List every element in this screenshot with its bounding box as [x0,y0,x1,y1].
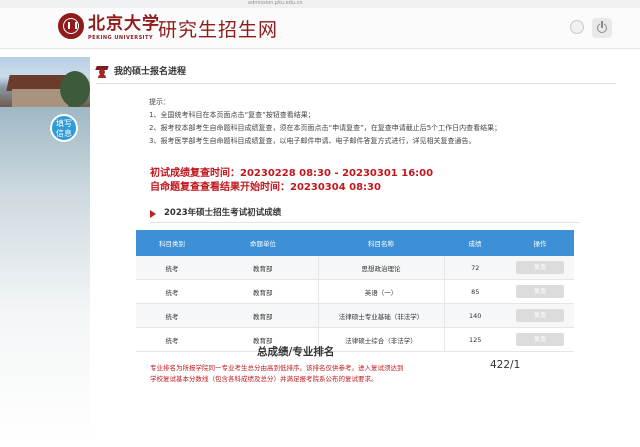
divider [150,222,580,223]
review-button[interactable]: 复查 [516,309,564,322]
graduate-icon [95,66,109,78]
pku-seal-logo [58,13,84,39]
sidebar: 填写 信息 [0,49,90,447]
cell-category: 统考 [136,279,208,304]
column-header: 科目名称 [318,230,444,256]
browser-url[interactable]: admission.pku.edu.cn [248,0,303,7]
pku-logo-english: PEKING UNIVERSITY [88,35,154,41]
cell-action: 复查 [506,256,574,280]
cell-score: 140 [444,303,506,328]
review-button[interactable]: 复查 [516,261,564,274]
cell-unit: 教育部 [208,279,318,304]
cell-unit: 教育部 [208,303,318,328]
total-value: 422/1 [490,359,521,371]
ranking-note: 专业排名为所报学院同一专业考生总分由高到低排序。该排名仅供参考。进入复试须达到 … [150,363,404,385]
cell-action: 复查 [506,303,574,328]
logout-button[interactable] [592,18,612,38]
table-row: 统考 教育部 思想政治理论 72 复查 [136,256,574,280]
scores-table: 科目类别 命题单位 科目名称 成绩 操作 统考 教育部 思想政治理论 72 复查… [136,230,574,352]
table-row: 统考 教育部 法律硕士综合（非法学） 125 复查 [136,327,574,352]
review-period: 初试成绩复查时间：20230228 08:30 - 20230301 16:00 [150,168,434,179]
fill-info-label-2: 信息 [56,129,72,138]
cell-action: 复查 [506,327,574,352]
ranking-note-line: 学校复试基本分数线（包含各科成绩及总分）并满足报考院系公布的复试要求。 [150,375,378,383]
site-header: 北京大学 PEKING UNIVERSITY 研究生招生网 [0,8,640,49]
cell-subject: 思想政治理论 [317,256,445,280]
column-header: 操作 [506,230,574,256]
table-row: 统考 教育部 法律硕士专业基础（非法学） 140 复查 [136,303,574,328]
column-header: 命题单位 [208,230,318,256]
cell-score: 72 [444,256,506,280]
cell-unit: 教育部 [208,256,318,280]
fill-info-label-1: 填写 [56,119,72,128]
cell-subject: 英语（一） [317,279,445,304]
column-header: 科目类别 [136,230,208,256]
tip-item: 3、报考医学部考生自命题科目成绩复查，以电子邮件申请、电子邮件答复方式进行，详见… [149,137,476,145]
section-marker-icon [150,210,156,218]
total-label: 总成绩/专业排名 [257,346,335,358]
page-title: 我的硕士报名进程 [114,67,187,77]
cell-category: 统考 [136,256,208,280]
table-row: 统考 教育部 英语（一） 85 复查 [136,279,574,304]
campus-photo [0,57,90,107]
fill-info-button[interactable]: 填写 信息 [50,114,78,142]
ranking-note-line: 专业排名为所报学院同一专业考生总分由高到低排序。该排名仅供参考。进入复试须达到 [150,364,404,372]
cell-category: 统考 [136,303,208,328]
pku-logo-text: 北京大学 [88,14,160,34]
tips-heading: 提示： [149,98,170,106]
cell-score: 125 [444,327,506,352]
tip-item: 2、报考校本部考生自命题科目成绩复查，须在本页面点击“申请复查”，在复查申请截止… [149,124,502,132]
divider [96,83,616,84]
cell-category: 统考 [136,327,208,352]
cell-subject: 法律硕士专业基础（非法学） [317,303,445,328]
review-button[interactable]: 复查 [516,285,564,298]
clock-icon[interactable] [570,20,584,34]
review-result-time: 自命题复查查看结果开始时间：20230304 08:30 [150,182,381,193]
column-header: 成绩 [444,230,506,256]
tips: 提示： 1、全国统考科目在本页面点击“复查”按钮查看结果； 2、报考校本部考生自… [149,96,501,148]
table-header-row: 科目类别 命题单位 科目名称 成绩 操作 [136,230,574,256]
site-title: 研究生招生网 [158,19,279,41]
results-title: 2023年硕士招生考试初试成绩 [164,208,282,218]
review-button[interactable]: 复查 [516,333,564,346]
browser-address-bar[interactable]: admission.pku.edu.cn [0,0,640,8]
tip-item: 1、全国统考科目在本页面点击“复查”按钮查看结果； [149,111,315,119]
cell-subject: 法律硕士综合（非法学） [317,327,445,352]
cell-score: 85 [444,279,506,304]
cell-action: 复查 [506,279,574,304]
